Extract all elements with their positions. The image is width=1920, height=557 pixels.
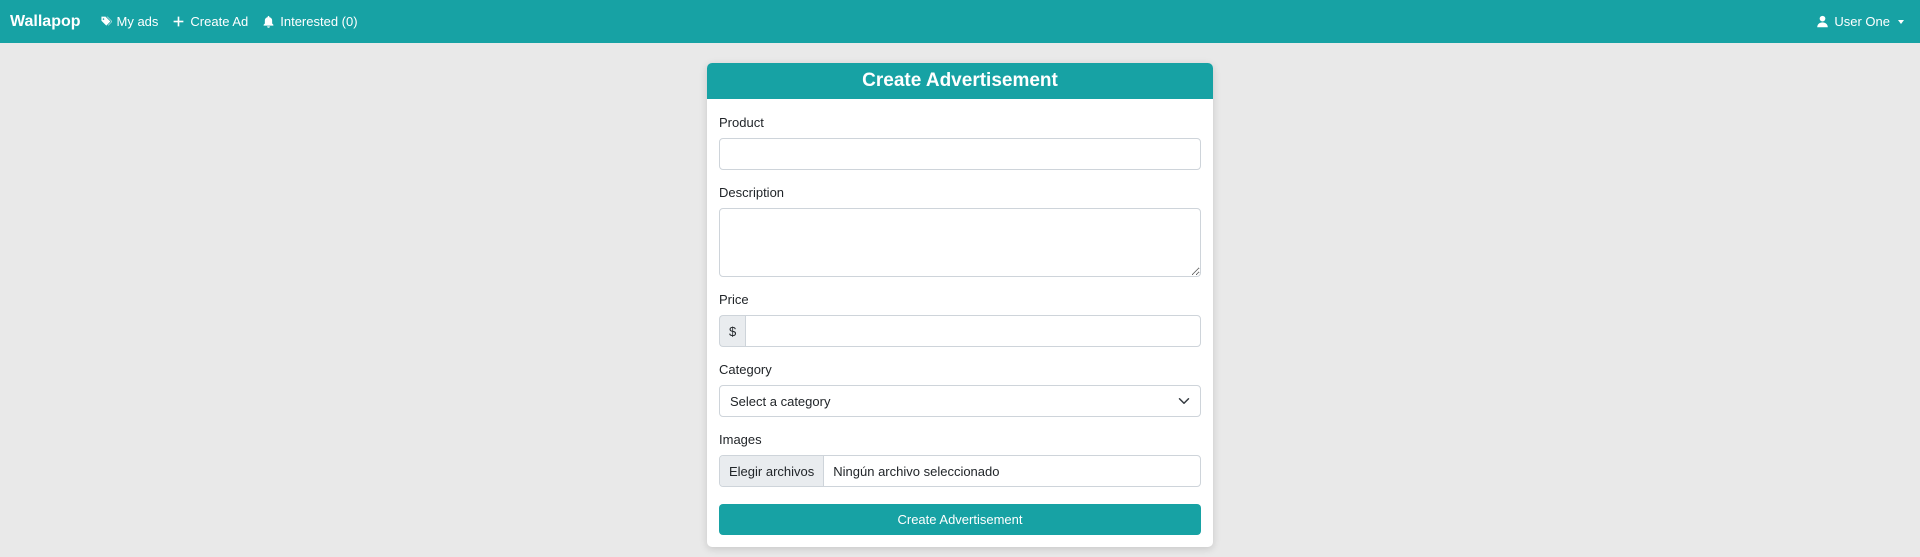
price-group: Price $ bbox=[719, 292, 1201, 347]
description-label: Description bbox=[719, 185, 785, 200]
card-body: Product Description Price $ Category Sel… bbox=[707, 99, 1213, 547]
product-group: Product bbox=[719, 115, 1201, 170]
plus-icon bbox=[174, 16, 184, 27]
price-input-group: $ bbox=[719, 315, 1201, 347]
product-input[interactable] bbox=[719, 138, 1201, 170]
images-group: Images Elegir archivos Ningún archivo se… bbox=[719, 432, 1201, 487]
images-file-input[interactable]: Elegir archivos Ningún archivo seleccion… bbox=[719, 455, 1201, 487]
description-textarea[interactable] bbox=[719, 208, 1201, 277]
create-advertisement-button[interactable]: Create Advertisement bbox=[719, 504, 1201, 535]
create-ad-card: Create Advertisement Product Description… bbox=[707, 63, 1213, 547]
card-title: Create Advertisement bbox=[707, 63, 1213, 99]
category-selected-value: Select a category bbox=[730, 393, 831, 409]
caret-down-icon bbox=[1898, 19, 1904, 24]
description-group: Description bbox=[719, 185, 1201, 277]
user-name: User One bbox=[1834, 14, 1890, 29]
price-input[interactable] bbox=[745, 315, 1201, 347]
user-icon bbox=[1817, 15, 1829, 28]
navbar: Wallapop My ads Create Ad Interested (0)… bbox=[0, 0, 1920, 43]
nav-my-ads-label: My ads bbox=[116, 14, 159, 29]
user-menu[interactable]: User One bbox=[1816, 14, 1904, 29]
category-select[interactable]: Select a category bbox=[719, 385, 1201, 417]
currency-prefix: $ bbox=[719, 315, 746, 347]
choose-files-button[interactable]: Elegir archivos bbox=[720, 456, 825, 486]
brand-logo[interactable]: Wallapop bbox=[10, 13, 81, 31]
category-group: Category Select a category bbox=[719, 362, 1201, 417]
tags-icon bbox=[100, 16, 112, 26]
nav-create-ad[interactable]: Create Ad bbox=[172, 14, 248, 29]
nav-create-ad-label: Create Ad bbox=[190, 14, 249, 29]
file-status: Ningún archivo seleccionado bbox=[833, 463, 1000, 479]
images-label: Images bbox=[719, 432, 762, 447]
nav-interested[interactable]: Interested (0) bbox=[262, 14, 358, 29]
bell-icon bbox=[263, 15, 274, 28]
price-label: Price bbox=[719, 292, 749, 307]
chevron-down-icon bbox=[1178, 398, 1190, 404]
category-label: Category bbox=[719, 362, 772, 377]
product-label: Product bbox=[719, 115, 764, 130]
nav-interested-label: Interested (0) bbox=[280, 14, 358, 29]
nav-my-ads[interactable]: My ads bbox=[99, 14, 159, 29]
